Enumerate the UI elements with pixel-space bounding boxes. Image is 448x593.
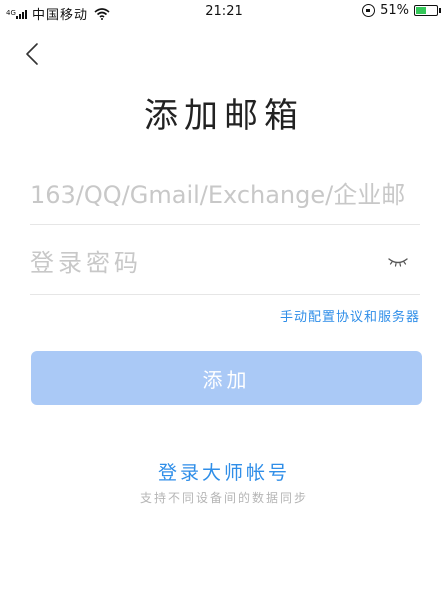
back-button[interactable] [18,40,46,68]
rotation-lock-icon [362,4,376,17]
status-bar-right: 51% [362,3,441,18]
manual-config-link[interactable]: 手动配置协议和服务器 [280,306,420,325]
battery-icon [414,5,441,16]
email-row [30,166,420,225]
add-button[interactable]: 添加 [31,351,422,405]
battery-percent: 51% [380,3,409,18]
password-field[interactable] [30,232,370,294]
master-login-link[interactable]: 登录大师帐号 [0,458,448,485]
page-title: 添加邮箱 [144,96,304,136]
eye-closed-icon [388,258,408,267]
status-bar: 4G 中国移动 21:21 51% [0,0,448,26]
password-row [30,232,420,295]
master-login-subtitle: 支持不同设备间的数据同步 [139,491,308,505]
email-field[interactable] [30,166,420,224]
password-visibility-toggle[interactable] [386,254,410,270]
chevron-left-icon [26,43,38,65]
battery-fill [416,7,427,14]
